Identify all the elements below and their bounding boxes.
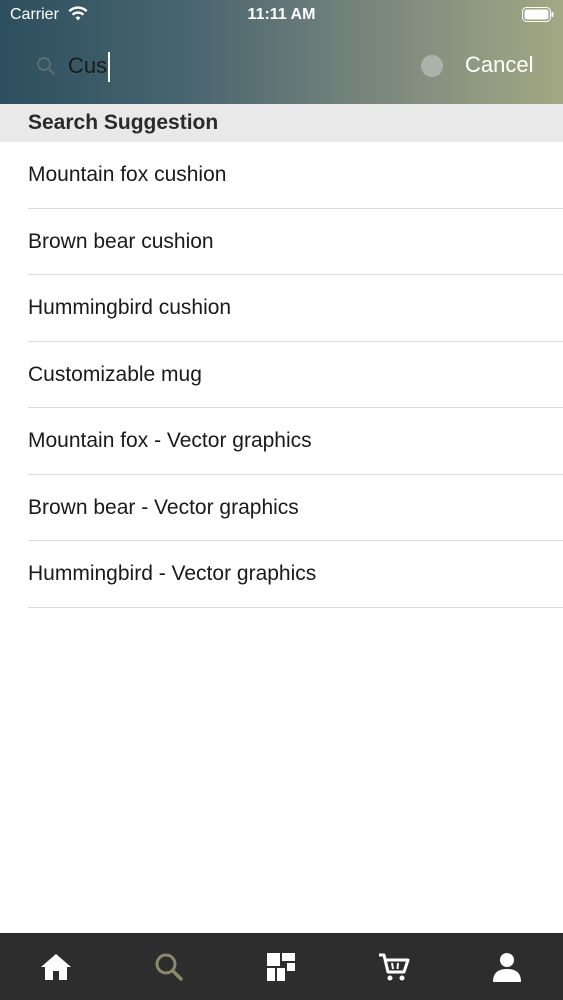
account-icon <box>492 952 521 982</box>
suggestion-item[interactable]: Mountain fox - Vector graphics <box>28 408 563 475</box>
search-input[interactable]: Cus <box>68 52 111 83</box>
text-caret <box>108 52 111 83</box>
header: Carrier 11:11 AM Cus Cancel <box>0 0 563 104</box>
cart-icon <box>379 953 410 980</box>
status-bar: Carrier 11:11 AM <box>0 0 563 30</box>
tab-account[interactable] <box>450 933 563 1000</box>
suggestion-item[interactable]: Brown bear cushion <box>28 209 563 275</box>
suggestion-list: Mountain fox cushion Brown bear cushion … <box>0 142 563 608</box>
suggestion-item[interactable]: Mountain fox cushion <box>28 142 563 209</box>
tab-categories[interactable] <box>225 933 338 1000</box>
search-input-value: Cus <box>68 53 108 78</box>
tab-bar <box>0 933 563 1000</box>
suggestion-item[interactable]: Hummingbird - Vector graphics <box>28 541 563 608</box>
clear-text-icon[interactable] <box>421 55 443 77</box>
tab-cart[interactable] <box>338 933 451 1000</box>
tab-search[interactable] <box>113 933 226 1000</box>
tab-home[interactable] <box>0 933 113 1000</box>
battery-icon <box>522 7 554 22</box>
home-icon <box>41 953 72 980</box>
cancel-button[interactable]: Cancel <box>465 52 533 78</box>
suggestion-item[interactable]: Brown bear - Vector graphics <box>28 475 563 541</box>
suggestion-item[interactable]: Hummingbird cushion <box>28 275 563 342</box>
status-time: 11:11 AM <box>247 6 316 23</box>
section-header: Search Suggestion <box>0 104 563 142</box>
suggestion-item[interactable]: Customizable mug <box>28 342 563 408</box>
search-icon <box>37 57 56 76</box>
categories-icon <box>267 952 296 981</box>
search-icon <box>155 953 183 981</box>
search-field[interactable]: Cus <box>28 46 458 86</box>
search-bar: Cus Cancel <box>0 38 563 94</box>
